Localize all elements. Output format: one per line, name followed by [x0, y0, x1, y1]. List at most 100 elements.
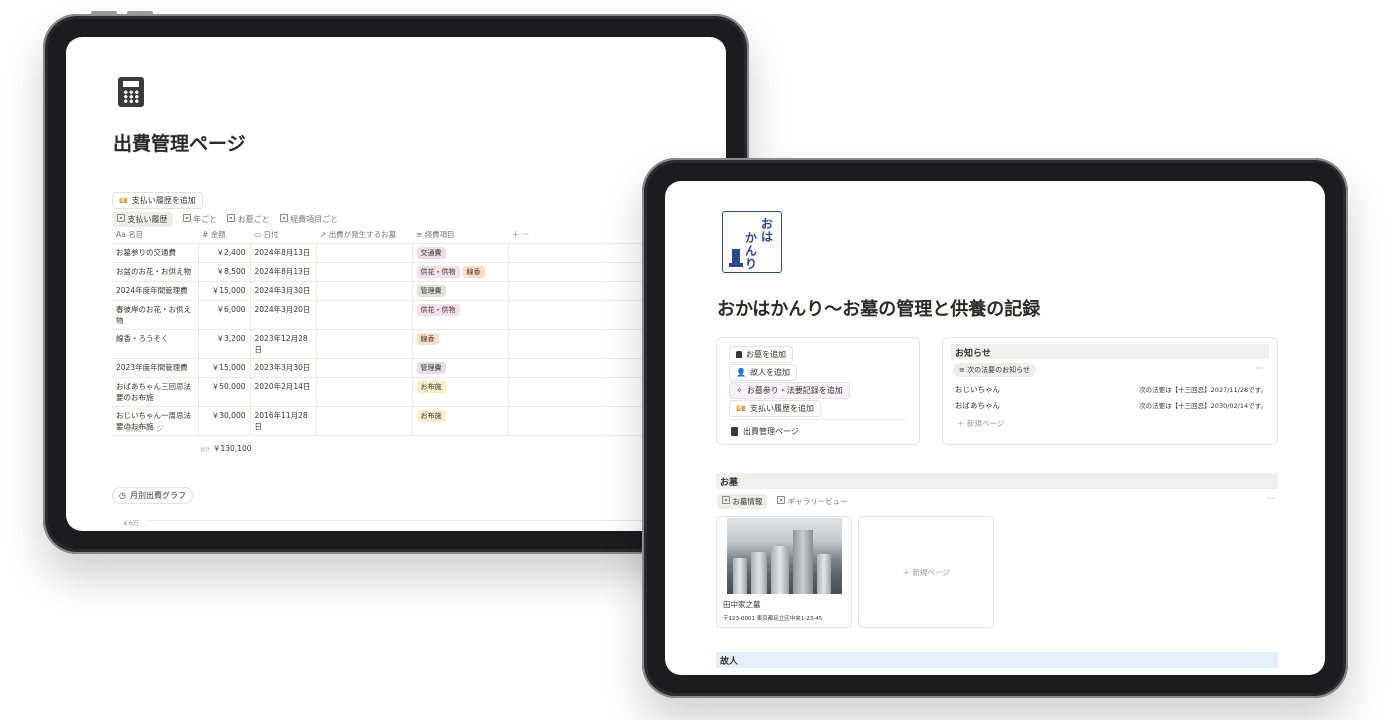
grid-icon — [777, 496, 786, 504]
section-heading-graves: お墓 — [716, 473, 1278, 489]
table-row[interactable]: 2023年度年間管理費 ￥15,000 2023年3月30日 管理費 — [112, 358, 726, 378]
category-tag: お布施 — [416, 409, 446, 422]
quick-actions-panel: お墓を追加 👤 故人を追加 ✧ お墓参り・法要記録を追加 💴 支払い履歴を追加 … — [716, 337, 920, 445]
cell-grave[interactable] — [316, 262, 413, 282]
cell-amount[interactable]: ￥8,500 — [198, 262, 251, 282]
more-icon[interactable]: ··· — [1255, 364, 1263, 373]
card-address: 〒123-0001 東京都足立区中央1-23-45 — [723, 616, 823, 622]
ohakanri-logo: お は か ん り — [722, 211, 782, 273]
cell-grave[interactable] — [316, 358, 413, 378]
cell-amount[interactable]: ￥2,400 — [198, 243, 251, 263]
tab-next-memorial[interactable]: ≡ 次の法要のお知らせ — [953, 363, 1036, 377]
cell-grave[interactable] — [316, 243, 413, 263]
category-tag: 線香 — [416, 332, 439, 345]
view-tabs: お墓情報 ギャラリービュー — [717, 494, 848, 509]
list-item[interactable]: おじいちゃん 次の法要は【十三回忌】2027/11/28です。 — [955, 384, 1267, 395]
cell-grave[interactable] — [316, 300, 413, 330]
cell-name[interactable]: 春彼岸のお花・お供え物 — [112, 300, 199, 330]
tab-by-category[interactable]: 経費項目ごと — [279, 214, 338, 225]
cell-amount[interactable]: ￥3,200 — [198, 329, 251, 359]
cell-category[interactable]: 交通費 — [412, 243, 509, 263]
category-tag: 供花・供物 — [416, 265, 460, 278]
new-card-button[interactable]: ＋ 新規ページ — [858, 516, 994, 628]
cell-date[interactable]: 2024年3月20日 — [250, 300, 317, 330]
cell-category[interactable]: お布施 — [412, 377, 509, 407]
category-tag: 供花・供物 — [416, 303, 460, 316]
add-visit-record-button[interactable]: ✧ お墓参り・法要記録を追加 — [729, 382, 850, 399]
column-header-amount[interactable]: # 金額 — [198, 227, 250, 244]
cell-date[interactable]: 2024年8月13日 — [250, 262, 317, 282]
tab-payment-history[interactable]: 支払い履歴 — [112, 212, 173, 227]
grid-icon — [279, 214, 288, 222]
table-row[interactable]: お盆のお花・お供え物 ￥8,500 2024年8月13日 供花・供物 線香 — [112, 262, 726, 282]
new-page-button[interactable]: ＋ 新規ページ — [957, 418, 1004, 429]
cell-name[interactable]: 2023年度年間管理費 — [112, 358, 199, 378]
cell-grave[interactable] — [316, 329, 413, 359]
add-deceased-button[interactable]: 👤 故人を追加 — [729, 364, 797, 381]
expense-table: Aa 名目 # 金額 ▭ 日付 ↗ 出費が発生するお墓 ≡ 経費項目 ＋ ···… — [112, 227, 726, 436]
cell-amount[interactable]: ￥50,000 — [198, 377, 251, 407]
sparkle-icon: ✧ — [736, 386, 743, 395]
notice-panel: お知らせ ≡ 次の法要のお知らせ ··· おじいちゃん 次の法要は【十三回忌】2… — [942, 337, 1278, 445]
add-grave-button[interactable]: お墓を追加 — [729, 346, 793, 363]
cell-date[interactable]: 2023年3月30日 — [250, 358, 317, 378]
table-row[interactable]: おじいちゃん一周忌法要のお布施 ￥30,000 2016年11月28日 お布施 — [112, 406, 726, 436]
table-row[interactable]: おばあちゃん三回忌法要のお布施 ￥50,000 2020年2月14日 お布施 — [112, 377, 726, 407]
person-icon: 👤 — [736, 368, 746, 377]
cell-category[interactable]: 管理費 — [412, 358, 509, 378]
grid-icon — [227, 214, 236, 222]
column-header-grave[interactable]: ↗ 出費が発生するお墓 — [316, 227, 412, 244]
category-tag: 線香 — [462, 265, 485, 278]
tab-grave-info[interactable]: お墓情報 — [717, 494, 768, 509]
clock-icon: ◷ — [119, 491, 126, 500]
gallery-card[interactable]: 田中家之墓 〒123-0001 東京都足立区中央1-23-45 — [716, 516, 852, 628]
cell-name[interactable]: 線香・ろうそく — [112, 329, 199, 359]
calculator-icon — [118, 77, 144, 107]
cell-amount[interactable]: ￥15,000 — [198, 281, 251, 301]
cell-amount[interactable]: ￥15,000 — [198, 358, 251, 378]
expense-page-link[interactable]: 出費管理ページ — [731, 426, 799, 437]
cell-amount[interactable]: ￥30,000 — [198, 406, 251, 436]
money-icon: 💴 — [736, 404, 746, 413]
tab-by-year[interactable]: 年ごと — [182, 214, 217, 225]
cell-date[interactable]: 2024年3月30日 — [250, 281, 317, 301]
table-row[interactable]: 春彼岸のお花・お供え物 ￥6,000 2024年3月20日 供花・供物 — [112, 300, 726, 330]
more-icon[interactable]: ··· — [1267, 494, 1275, 503]
cell-category[interactable]: お布施 — [412, 406, 509, 436]
table-row[interactable]: 2024年度年間管理費 ￥15,000 2024年3月30日 管理費 — [112, 281, 726, 301]
list-item[interactable]: おばあちゃん 次の法要は【十三回忌】2030/02/14です。 — [955, 400, 1267, 411]
graph-gridline — [148, 520, 726, 521]
cell-grave[interactable] — [316, 377, 413, 407]
expense-page-screen: 出費管理ページ 💴 支払い履歴を追加 支払い履歴 年ごと お墓ごと 経費項目ごと… — [66, 37, 726, 531]
new-page-button[interactable]: ＋ 新規ページ — [116, 423, 163, 434]
cell-grave[interactable] — [316, 281, 413, 301]
cell-category[interactable]: 供花・供物 — [412, 300, 509, 330]
page-title: 出費管理ページ — [113, 133, 246, 155]
tab-gallery-view[interactable]: ギャラリービュー — [777, 496, 848, 507]
cell-name[interactable]: お盆のお花・お供え物 — [112, 262, 199, 282]
column-header-name[interactable]: Aa 名目 — [112, 227, 198, 244]
category-tag: 管理費 — [416, 361, 446, 374]
cell-name[interactable]: お墓参りの交通費 — [112, 243, 199, 263]
monthly-graph-toggle[interactable]: ◷ 月別出費グラフ — [112, 487, 193, 504]
table-row[interactable]: 線香・ろうそく ￥3,200 2023年12月28日 線香 — [112, 329, 726, 359]
cell-name[interactable]: おばあちゃん三回忌法要のお布施 — [112, 377, 199, 407]
add-payment-button[interactable]: 💴 支払い履歴を追加 — [729, 400, 821, 417]
cell-grave[interactable] — [316, 406, 413, 436]
grave-photo — [727, 518, 842, 594]
cell-date[interactable]: 2024年8月13日 — [250, 243, 317, 263]
cell-category[interactable]: 線香 — [412, 329, 509, 359]
cell-date[interactable]: 2020年2月14日 — [250, 377, 317, 407]
cell-date[interactable]: 2023年12月28日 — [250, 329, 317, 359]
table-row[interactable]: お墓参りの交通費 ￥2,400 2024年8月13日 交通費 — [112, 243, 726, 263]
cell-amount[interactable]: ￥6,000 — [198, 300, 251, 330]
add-payment-button[interactable]: 💴 支払い履歴を追加 — [112, 192, 203, 209]
cell-category[interactable]: 供花・供物 線香 — [412, 262, 509, 282]
table-icon — [117, 214, 125, 222]
cell-category[interactable]: 管理費 — [412, 281, 509, 301]
tab-by-grave[interactable]: お墓ごと — [227, 214, 270, 225]
column-header-date[interactable]: ▭ 日付 — [250, 227, 316, 244]
cell-date[interactable]: 2016年11月28日 — [250, 406, 317, 436]
cell-name[interactable]: 2024年度年間管理費 — [112, 281, 199, 301]
column-header-category[interactable]: ≡ 経費項目 — [412, 227, 508, 244]
